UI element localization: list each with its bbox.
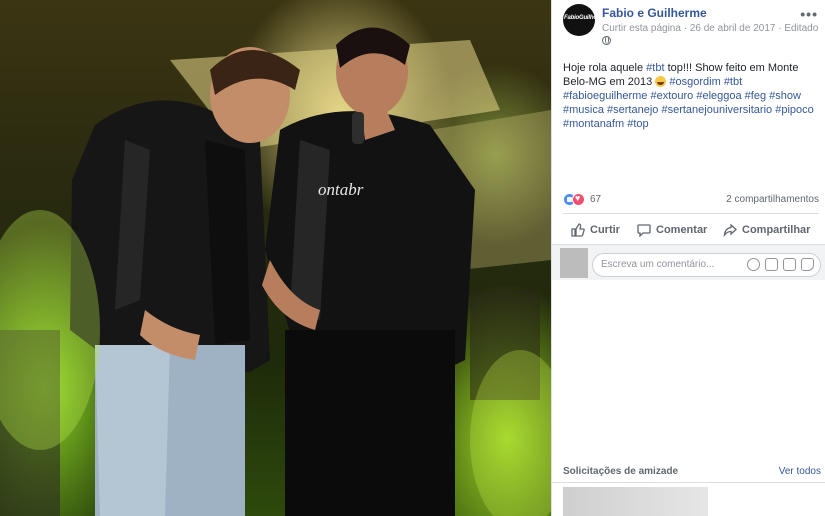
friend-requests-header: Solicitações de amizade Ver todos	[563, 466, 821, 482]
shirt-text: ontabr	[318, 180, 364, 199]
hashtag-link[interactable]: #extouro	[650, 90, 693, 102]
post-panel: FabioGuilherme Fabio e Guilherme Curtir …	[551, 0, 825, 516]
post-meta: Curtir esta página · 26 de abril de 2017…	[602, 23, 818, 34]
comment-label: Comentar	[656, 224, 708, 236]
hashtag-link[interactable]: #musica	[563, 104, 604, 116]
hashtag-link[interactable]: #top	[627, 118, 648, 130]
hashtag-link[interactable]: #feg	[745, 90, 766, 102]
post-text: Hoje rola aquele #tbt top!!! Show feito …	[563, 61, 821, 131]
page-name-link[interactable]: Fabio e Guilherme	[602, 6, 707, 20]
hashtag-link[interactable]: #tbt	[724, 76, 742, 88]
divider	[563, 213, 819, 214]
hashtag-link[interactable]: #tbt	[646, 62, 664, 74]
emoji-picker-icon[interactable]	[747, 258, 760, 271]
like-label: Curtir	[590, 224, 620, 236]
post-photo[interactable]: ontabr	[0, 0, 551, 516]
comment-button[interactable]: Comentar	[637, 217, 707, 243]
love-reaction-icon[interactable]	[572, 193, 585, 206]
comment-tools	[747, 258, 814, 271]
share-arrow-icon	[723, 223, 737, 237]
hashtag-link[interactable]: #sertanejo	[607, 104, 658, 116]
friend-request-item[interactable]	[563, 487, 708, 516]
camera-icon[interactable]	[765, 258, 778, 271]
share-label: Compartilhar	[742, 224, 811, 236]
page-avatar[interactable]: FabioGuilherme	[563, 4, 595, 36]
comment-placeholder: Escreva um comentário...	[601, 259, 715, 270]
comment-composer: Escreva um comentário...	[552, 244, 825, 280]
post-text-intro: Hoje rola aquele	[563, 62, 647, 74]
hashtag-link[interactable]: #show	[769, 90, 801, 102]
laughing-emoji-icon	[655, 76, 667, 87]
post-date[interactable]: 26 de abril de 2017	[690, 23, 776, 34]
hashtag-link[interactable]: #montanafm	[563, 118, 624, 130]
hashtag-link[interactable]: #osgordim	[669, 76, 720, 88]
friend-requests-title: Solicitações de amizade	[563, 466, 679, 477]
comment-input[interactable]: Escreva um comentário...	[592, 253, 821, 277]
more-options-button[interactable]: •••	[800, 6, 818, 22]
edited-label[interactable]: Editado	[784, 23, 818, 34]
microphone	[352, 112, 364, 144]
share-button[interactable]: Compartilhar	[723, 217, 810, 243]
avatar-logo-text: FabioGuilherme	[564, 15, 595, 21]
sticker-icon[interactable]	[801, 258, 814, 271]
like-page-link[interactable]: Curtir esta página	[602, 23, 681, 34]
divider	[552, 482, 825, 483]
hashtag-link[interactable]: #fabioeguilherme	[563, 90, 647, 102]
user-avatar	[560, 248, 588, 278]
post-header: FabioGuilherme Fabio e Guilherme Curtir …	[563, 4, 818, 48]
hashtag-link[interactable]: #pipoco	[775, 104, 814, 116]
hashtag-link[interactable]: #sertanejouniversitario	[661, 104, 772, 116]
post-actions: Curtir Comentar Compartilhar	[563, 217, 819, 243]
concert-photo-illustration: ontabr	[0, 27, 551, 516]
reactions-bar: 67 2 compartilhamentos	[563, 193, 819, 209]
thumbs-up-icon	[571, 223, 585, 237]
comment-icon	[637, 224, 651, 237]
hashtag-link[interactable]: #eleggoa	[696, 90, 741, 102]
shares-count[interactable]: 2 compartilhamentos	[726, 194, 819, 205]
like-button[interactable]: Curtir	[571, 217, 620, 243]
see-all-link[interactable]: Ver todos	[779, 466, 821, 477]
gif-icon[interactable]	[783, 258, 796, 271]
globe-icon	[602, 36, 611, 45]
reaction-count[interactable]: 67	[590, 194, 601, 205]
